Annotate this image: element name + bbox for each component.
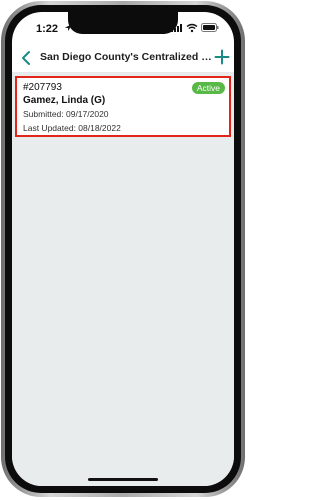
- screen: 1:22 San Diego County's Centralized El..…: [12, 12, 234, 486]
- last-updated-date: Last Updated: 08/18/2022: [23, 123, 121, 133]
- signal-icon: [171, 24, 182, 32]
- nav-bar: San Diego County's Centralized El...: [12, 44, 234, 73]
- submitted-date: Submitted: 09/17/2020: [23, 109, 109, 119]
- plus-icon[interactable]: [214, 49, 230, 65]
- location-icon: [64, 24, 72, 32]
- battery-icon: [201, 23, 219, 32]
- status-bar: 1:22: [12, 12, 234, 40]
- chevron-left-icon[interactable]: [20, 50, 34, 66]
- page-title: San Diego County's Centralized El...: [40, 51, 212, 63]
- phone-bezel: 1:22 San Diego County's Centralized El..…: [5, 5, 241, 493]
- phone-frame: 1:22 San Diego County's Centralized El..…: [1, 1, 245, 497]
- application-id: #207793: [23, 82, 62, 93]
- status-badge: Active: [191, 82, 225, 94]
- home-indicator[interactable]: [88, 478, 158, 481]
- application-card[interactable]: #207793 Gamez, Linda (G) Submitted: 09/1…: [15, 76, 231, 137]
- applicant-name: Gamez, Linda (G): [23, 95, 106, 106]
- application-list: #207793 Gamez, Linda (G) Submitted: 09/1…: [12, 73, 234, 486]
- wifi-icon: [186, 23, 198, 33]
- status-time: 1:22: [36, 23, 59, 35]
